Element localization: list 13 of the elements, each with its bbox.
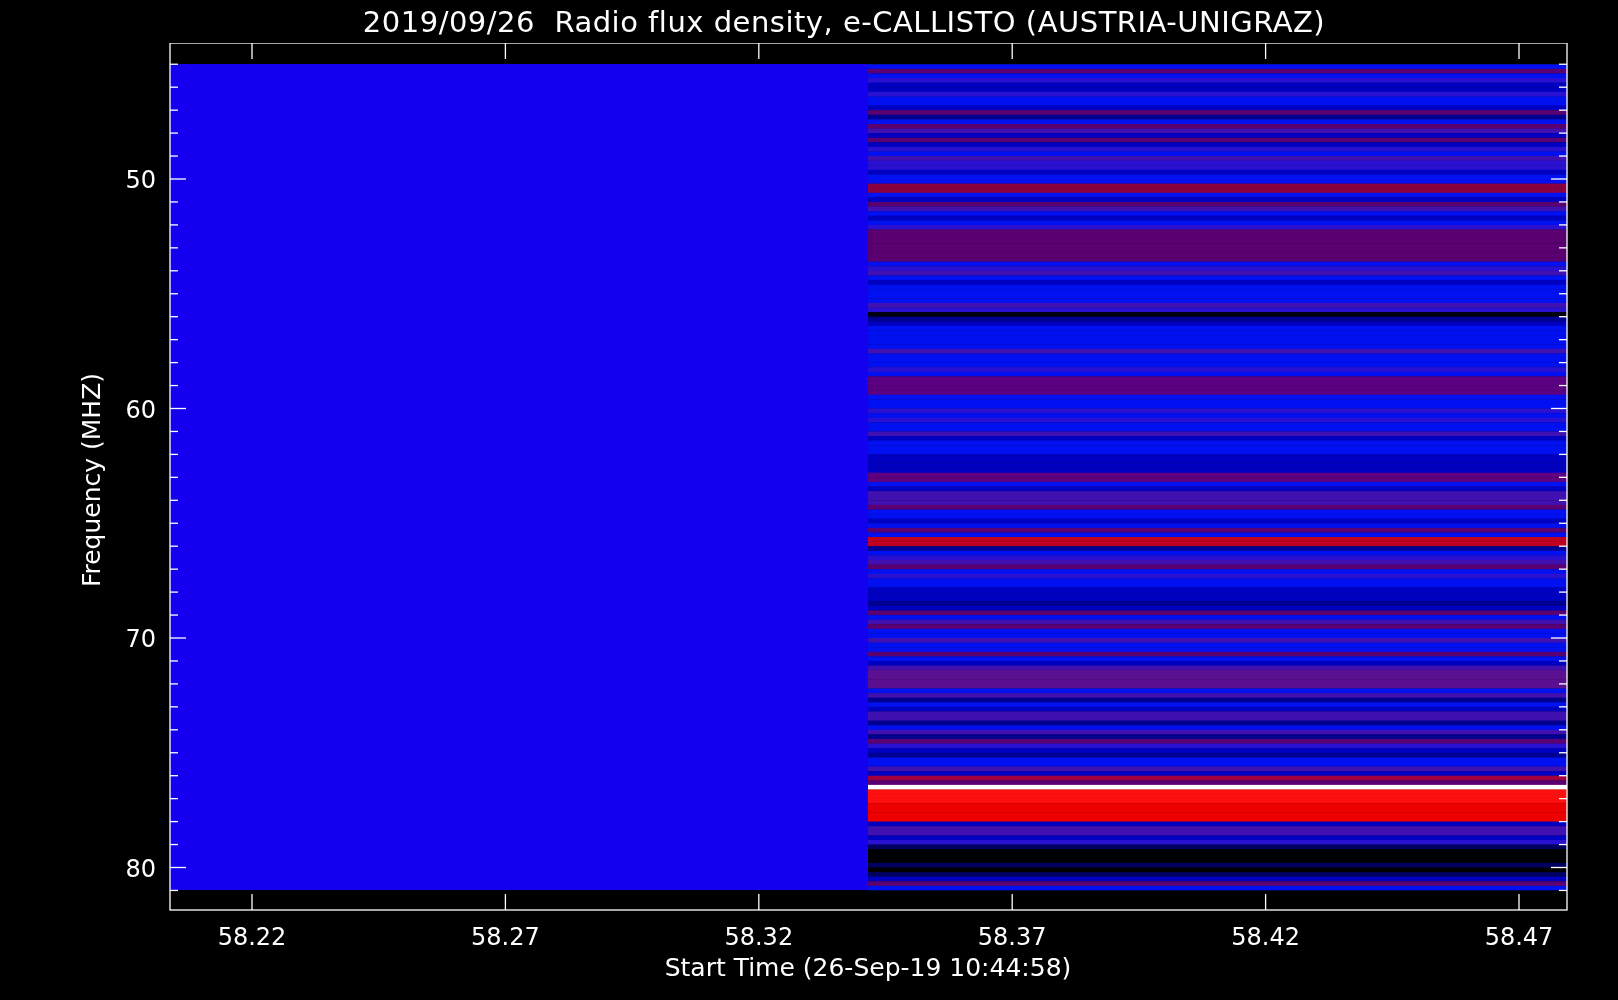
chart-title: 2019/09/26 Radio flux density, e-CALLISTO (AUSTRIA-UNIGRAZ) xyxy=(362,4,1326,39)
x-tick-label: 58.37 xyxy=(977,923,1047,951)
y-axis-label: Frequency (MHZ) xyxy=(77,372,106,588)
x-tick-label: 58.42 xyxy=(1231,923,1300,951)
x-tick-label: 58.27 xyxy=(471,923,540,951)
y-tick-label: 80 xyxy=(125,854,156,883)
x-tick-label: 58.22 xyxy=(217,923,287,951)
x-tick-label: 58.32 xyxy=(724,923,794,951)
x-axis-label: Start Time (26-Sep-19 10:44:58) xyxy=(664,953,1072,982)
y-tick-label: 50 xyxy=(125,166,156,194)
y-tick-label: 60 xyxy=(125,395,156,424)
y-tick-label: 70 xyxy=(125,625,156,653)
x-tick-label: 58.47 xyxy=(1484,923,1554,951)
